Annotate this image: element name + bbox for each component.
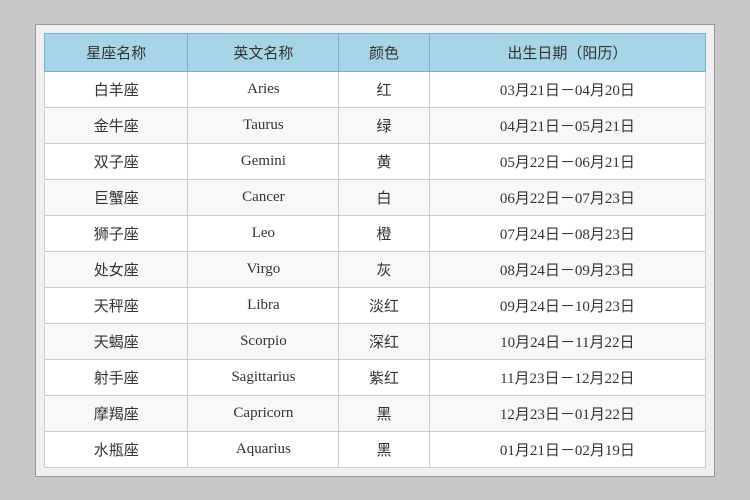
cell-chinese-name: 天秤座	[45, 287, 188, 323]
cell-color: 淡红	[339, 287, 429, 323]
cell-english-name: Cancer	[188, 179, 339, 215]
cell-english-name: Virgo	[188, 251, 339, 287]
cell-chinese-name: 金牛座	[45, 107, 188, 143]
table-row: 白羊座Aries红03月21日－04月20日	[45, 71, 706, 107]
cell-chinese-name: 摩羯座	[45, 395, 188, 431]
cell-dates: 06月22日－07月23日	[429, 179, 705, 215]
header-color: 颜色	[339, 33, 429, 71]
cell-chinese-name: 狮子座	[45, 215, 188, 251]
cell-dates: 07月24日－08月23日	[429, 215, 705, 251]
cell-color: 黑	[339, 395, 429, 431]
table-row: 摩羯座Capricorn黑12月23日－01月22日	[45, 395, 706, 431]
cell-dates: 01月21日－02月19日	[429, 431, 705, 467]
cell-color: 深红	[339, 323, 429, 359]
table-row: 双子座Gemini黄05月22日－06月21日	[45, 143, 706, 179]
cell-color: 紫红	[339, 359, 429, 395]
cell-color: 白	[339, 179, 429, 215]
cell-dates: 10月24日－11月22日	[429, 323, 705, 359]
table-row: 水瓶座Aquarius黑01月21日－02月19日	[45, 431, 706, 467]
cell-chinese-name: 双子座	[45, 143, 188, 179]
cell-chinese-name: 射手座	[45, 359, 188, 395]
cell-dates: 03月21日－04月20日	[429, 71, 705, 107]
cell-english-name: Sagittarius	[188, 359, 339, 395]
cell-english-name: Capricorn	[188, 395, 339, 431]
table-row: 射手座Sagittarius紫红11月23日－12月22日	[45, 359, 706, 395]
cell-english-name: Aries	[188, 71, 339, 107]
table-row: 狮子座Leo橙07月24日－08月23日	[45, 215, 706, 251]
cell-chinese-name: 水瓶座	[45, 431, 188, 467]
cell-color: 绿	[339, 107, 429, 143]
cell-dates: 11月23日－12月22日	[429, 359, 705, 395]
cell-dates: 05月22日－06月21日	[429, 143, 705, 179]
cell-english-name: Leo	[188, 215, 339, 251]
cell-color: 黄	[339, 143, 429, 179]
table-row: 巨蟹座Cancer白06月22日－07月23日	[45, 179, 706, 215]
table-row: 天秤座Libra淡红09月24日－10月23日	[45, 287, 706, 323]
cell-chinese-name: 巨蟹座	[45, 179, 188, 215]
zodiac-table: 星座名称 英文名称 颜色 出生日期（阳历） 白羊座Aries红03月21日－04…	[44, 33, 706, 468]
cell-chinese-name: 天蝎座	[45, 323, 188, 359]
cell-dates: 12月23日－01月22日	[429, 395, 705, 431]
cell-chinese-name: 白羊座	[45, 71, 188, 107]
cell-color: 灰	[339, 251, 429, 287]
cell-english-name: Gemini	[188, 143, 339, 179]
cell-english-name: Scorpio	[188, 323, 339, 359]
table-header-row: 星座名称 英文名称 颜色 出生日期（阳历）	[45, 33, 706, 71]
header-english-name: 英文名称	[188, 33, 339, 71]
cell-color: 黑	[339, 431, 429, 467]
table-row: 处女座Virgo灰08月24日－09月23日	[45, 251, 706, 287]
cell-dates: 08月24日－09月23日	[429, 251, 705, 287]
cell-color: 橙	[339, 215, 429, 251]
cell-dates: 04月21日－05月21日	[429, 107, 705, 143]
cell-english-name: Taurus	[188, 107, 339, 143]
header-dates: 出生日期（阳历）	[429, 33, 705, 71]
table-body: 白羊座Aries红03月21日－04月20日金牛座Taurus绿04月21日－0…	[45, 71, 706, 467]
header-chinese-name: 星座名称	[45, 33, 188, 71]
table-container: 星座名称 英文名称 颜色 出生日期（阳历） 白羊座Aries红03月21日－04…	[35, 24, 715, 477]
cell-chinese-name: 处女座	[45, 251, 188, 287]
table-row: 天蝎座Scorpio深红10月24日－11月22日	[45, 323, 706, 359]
table-row: 金牛座Taurus绿04月21日－05月21日	[45, 107, 706, 143]
cell-color: 红	[339, 71, 429, 107]
cell-english-name: Aquarius	[188, 431, 339, 467]
cell-dates: 09月24日－10月23日	[429, 287, 705, 323]
cell-english-name: Libra	[188, 287, 339, 323]
